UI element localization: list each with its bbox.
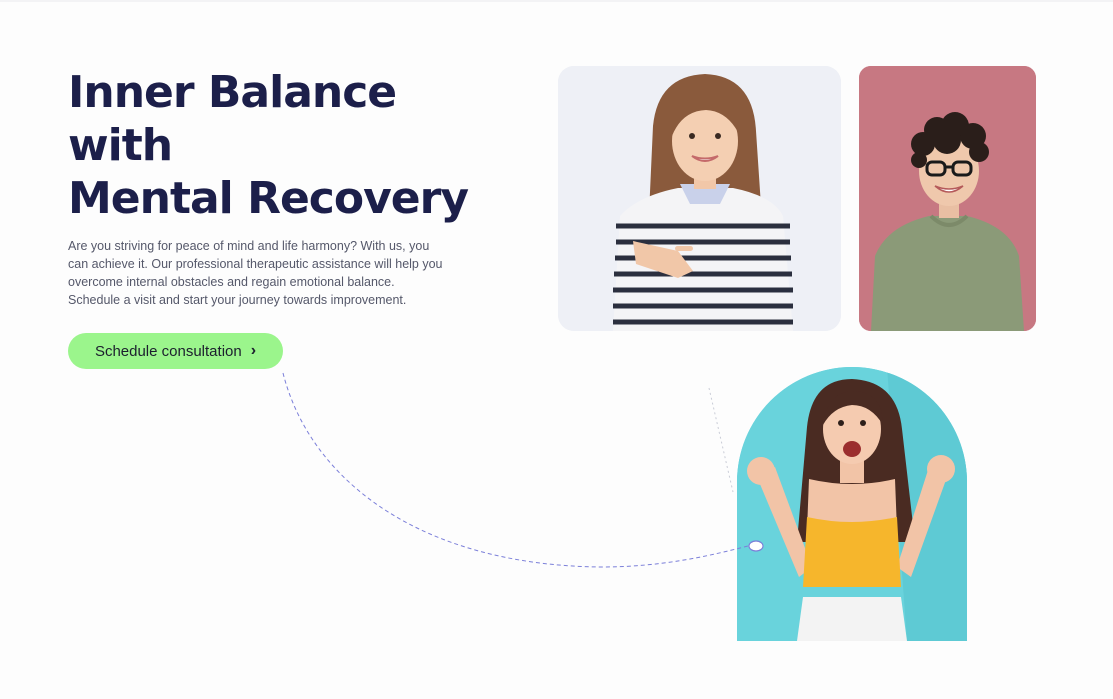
chevron-right-icon: › [250,342,257,359]
hero-description: Are you striving for peace of mind and l… [68,239,443,307]
woman-celebrating-photo [737,367,967,641]
landing-hero: Inner Balance with Mental Recovery Are y… [0,0,1113,699]
hero-title: Inner Balance with Mental Recovery [68,66,488,225]
top-divider [0,0,1113,2]
hero-title-line: Mental Recovery [68,173,469,224]
woman-pointing-photo [558,66,841,331]
man-glasses-photo [859,66,1036,331]
schedule-consultation-button[interactable]: Schedule consultation › [68,333,283,369]
hero-title-line: with [68,120,173,171]
cta-label: Schedule consultation [94,342,242,360]
hero-title-line: Inner Balance [68,67,397,118]
